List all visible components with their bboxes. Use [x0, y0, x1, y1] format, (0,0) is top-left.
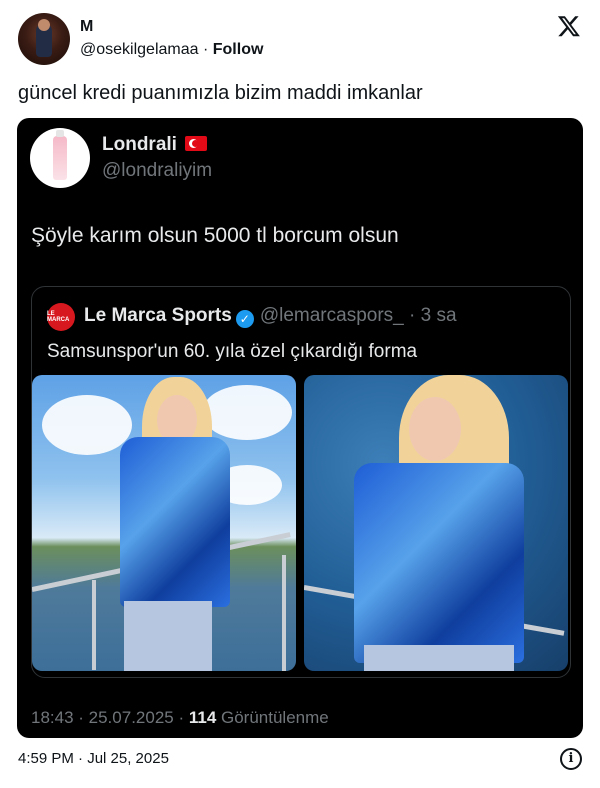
cloud [42, 395, 132, 455]
post-timestamp[interactable]: 4:59 PM · Jul 25, 2025 [18, 750, 169, 767]
jeans [364, 645, 514, 671]
author-avatar[interactable] [18, 13, 70, 65]
perfume-bottle-icon [53, 130, 67, 180]
tweet-text: güncel kredi puanımızla bizim maddi imka… [18, 82, 423, 104]
quoted-avatar[interactable] [30, 128, 90, 188]
author-handle[interactable]: @osekilgelamaa [80, 41, 199, 58]
nested-post-age: · 3 sa [403, 305, 457, 326]
author-name[interactable]: M [80, 18, 93, 36]
separator: · [198, 41, 213, 58]
quoted-author-name[interactable]: Londrali [102, 134, 207, 156]
face [409, 397, 461, 461]
jersey-photo-1[interactable] [32, 375, 296, 671]
jersey [120, 437, 230, 607]
cloud [202, 385, 292, 440]
turkish-flag-icon [184, 136, 207, 151]
jeans [124, 601, 212, 671]
info-icon[interactable]: i [560, 748, 582, 770]
quoted-meta: 18:43 · 25.07.2025 · 114 Görüntülenme [31, 708, 329, 728]
author-handle-line: @osekilgelamaa · Follow [80, 41, 263, 59]
verified-icon: ✓ [235, 310, 254, 328]
avatar-head [38, 19, 50, 31]
le-marca-logo[interactable]: LE MARCA [47, 303, 75, 331]
nested-tweet-text: Samsunspor'un 60. yıla özel çıkardığı fo… [47, 341, 418, 362]
rail-post [92, 580, 96, 670]
quoted-tweet-card[interactable]: Londrali @londraliyim Şöyle karım olsun … [17, 118, 583, 738]
quoted-time[interactable]: 18:43 · 25.07.2025 · [31, 708, 189, 727]
follow-button[interactable]: Follow [213, 41, 264, 58]
nested-author-handle[interactable]: @lemarcaspors_ [260, 305, 404, 326]
jersey [354, 463, 524, 663]
views-label: Görüntülenme [216, 708, 329, 727]
jersey-photo-2[interactable] [304, 375, 568, 671]
nested-author-name[interactable]: Le Marca Sports [84, 305, 232, 326]
rail-post [282, 555, 286, 671]
views-count: 114 [188, 708, 217, 727]
quoted-author-handle[interactable]: @londraliyim [102, 160, 212, 182]
nested-quoted-tweet[interactable]: LE MARCA Le Marca Sports ✓ @lemarcaspors_ … [31, 286, 571, 678]
quoted-tweet-text: Şöyle karım olsun 5000 tl borcum olsun [31, 224, 399, 247]
x-logo-icon[interactable] [556, 14, 582, 38]
nested-author-line: Le Marca Sports ✓ @lemarcaspors_ · 3 sa [84, 305, 457, 328]
